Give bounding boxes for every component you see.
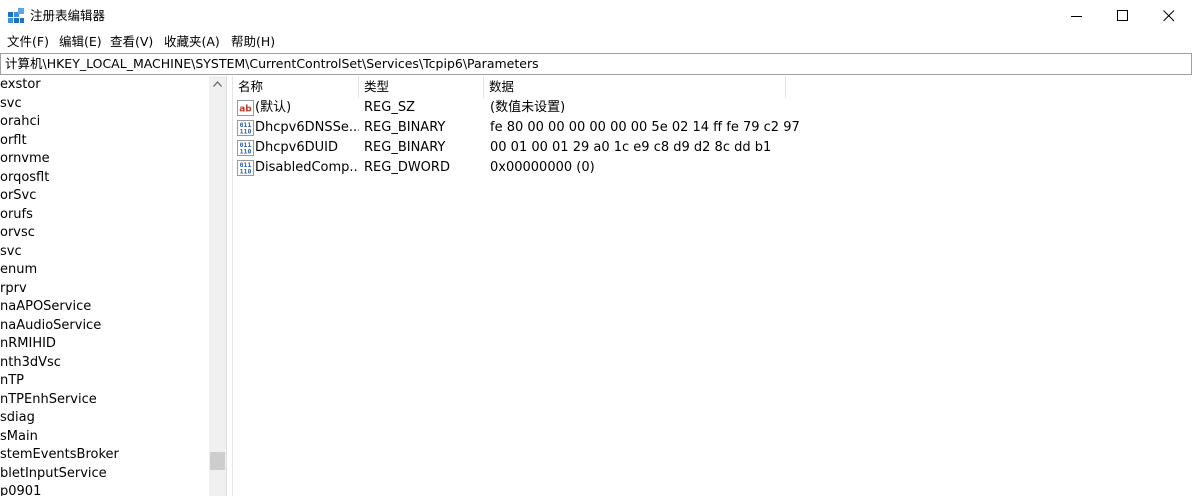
tree-item[interactable]: nTPEnhService xyxy=(0,391,97,409)
close-icon xyxy=(1163,10,1175,22)
value-row[interactable]: 011 110 Dhcpv6DNSSe... REG_BINARY fe 80 … xyxy=(233,118,833,138)
chevron-up-icon xyxy=(213,81,222,87)
menu-favorites[interactable]: 收藏夹(A) xyxy=(164,34,220,50)
registry-tree[interactable]: exstor svc orahci orflt ornvme orqosflt … xyxy=(0,76,209,496)
value-type: REG_SZ xyxy=(364,100,415,115)
value-type: REG_BINARY xyxy=(364,120,446,135)
tree-item[interactable]: orufs xyxy=(0,206,33,224)
column-header-type[interactable]: 类型 xyxy=(359,76,484,98)
tree-item[interactable]: sMain xyxy=(0,428,38,446)
tree-item[interactable]: p0901 xyxy=(0,483,41,496)
value-name: (默认) xyxy=(255,100,292,115)
tree-item[interactable]: naAPOService xyxy=(0,298,91,316)
maximize-icon xyxy=(1117,10,1128,21)
binary-value-icon: 011 110 xyxy=(237,140,254,156)
tree-item[interactable]: svc xyxy=(0,95,22,113)
string-value-icon: ab xyxy=(237,100,254,116)
tree-item[interactable]: orahci xyxy=(0,113,40,131)
svg-text:110: 110 xyxy=(240,128,252,136)
tree-item[interactable]: sdiag xyxy=(0,409,35,427)
value-row[interactable]: ab (默认) REG_SZ (数值未设置) xyxy=(233,98,833,118)
value-data: (数值未设置) xyxy=(490,100,566,115)
minimize-icon xyxy=(1071,16,1082,17)
binary-value-icon: 011 110 xyxy=(237,120,254,136)
window-title: 注册表编辑器 xyxy=(30,8,106,23)
title-bar[interactable]: 注册表编辑器 xyxy=(0,0,1192,32)
tree-item[interactable]: rprv xyxy=(0,280,27,298)
binary-value-icon: 011 110 xyxy=(237,160,254,176)
tree-item[interactable]: orvsc xyxy=(0,224,35,242)
svg-text:110: 110 xyxy=(240,168,252,176)
menu-file[interactable]: 文件(F) xyxy=(7,34,49,50)
value-type: REG_BINARY xyxy=(364,140,446,155)
menu-view[interactable]: 查看(V) xyxy=(110,34,153,50)
svg-text:ab: ab xyxy=(239,105,252,115)
close-button[interactable] xyxy=(1146,0,1192,32)
value-name: Dhcpv6DUID xyxy=(255,140,338,155)
minimize-button[interactable] xyxy=(1054,0,1100,32)
value-name: Dhcpv6DNSSe... xyxy=(255,120,359,135)
tree-item[interactable]: orqosflt xyxy=(0,169,49,187)
value-row[interactable]: 011 110 DisabledComp... REG_DWORD 0x0000… xyxy=(233,158,833,178)
svg-text:110: 110 xyxy=(240,148,252,156)
maximize-button[interactable] xyxy=(1100,0,1146,32)
address-path[interactable]: 计算机\HKEY_LOCAL_MACHINE\SYSTEM\CurrentCon… xyxy=(5,56,539,72)
menu-help[interactable]: 帮助(H) xyxy=(231,34,275,50)
column-header-name[interactable]: 名称 xyxy=(233,76,359,98)
tree-item[interactable]: bletInputService xyxy=(0,465,107,483)
value-name: DisabledComp... xyxy=(255,160,359,175)
value-row[interactable]: 011 110 Dhcpv6DUID REG_BINARY 00 01 00 0… xyxy=(233,138,833,158)
tree-item[interactable]: nTP xyxy=(0,372,24,390)
tree-item[interactable]: orSvc xyxy=(0,187,36,205)
menu-bar: 文件(F) 编辑(E) 查看(V) 收藏夹(A) 帮助(H) xyxy=(0,32,1192,52)
tree-item[interactable]: naAudioService xyxy=(0,317,101,335)
values-list[interactable]: 名称 类型 数据 ab (默认) REG_SZ (数值未设置) 011 110 … xyxy=(232,76,1192,496)
address-bar[interactable]: 计算机\HKEY_LOCAL_MACHINE\SYSTEM\CurrentCon… xyxy=(0,53,1192,75)
value-type: REG_DWORD xyxy=(364,160,450,175)
value-data: 0x00000000 (0) xyxy=(490,160,595,175)
tree-item[interactable]: stemEventsBroker xyxy=(0,446,119,464)
tree-item[interactable]: exstor xyxy=(0,76,41,94)
tree-item[interactable]: nRMIHID xyxy=(0,335,56,353)
tree-item[interactable]: nth3dVsc xyxy=(0,354,61,372)
tree-scrollbar[interactable] xyxy=(209,76,226,496)
value-data: 00 01 00 01 29 a0 1c e9 c8 d9 d2 8c dd b… xyxy=(490,140,772,155)
tree-item[interactable]: orflt xyxy=(0,132,27,150)
column-header-data[interactable]: 数据 xyxy=(484,76,786,98)
scroll-thumb[interactable] xyxy=(210,452,225,470)
menu-edit[interactable]: 编辑(E) xyxy=(59,34,102,50)
regedit-app-icon xyxy=(8,8,24,24)
tree-item[interactable]: svc xyxy=(0,243,22,261)
tree-item[interactable]: enum xyxy=(0,261,37,279)
value-data: fe 80 00 00 00 00 00 00 5e 02 14 ff fe 7… xyxy=(490,120,800,135)
scroll-up-button[interactable] xyxy=(209,76,226,93)
tree-item[interactable]: ornvme xyxy=(0,150,50,168)
